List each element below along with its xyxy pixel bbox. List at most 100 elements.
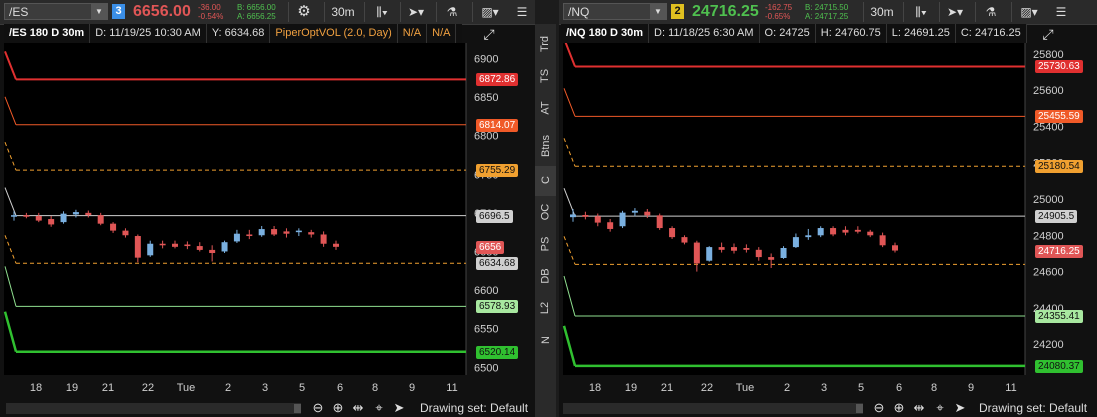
chart-expand-icon[interactable]: ⤢: [474, 24, 504, 44]
candle-body: [582, 214, 589, 217]
candle-body: [246, 234, 253, 237]
side-tab-c[interactable]: C: [535, 166, 556, 196]
candle-body: [594, 216, 601, 223]
side-tab-ts[interactable]: TS: [535, 62, 556, 92]
candle-body: [755, 249, 762, 258]
drawing-tools-icon[interactable]: ▨▾: [472, 2, 507, 22]
price-tag: 6814.07: [476, 118, 519, 132]
settings-gear-icon[interactable]: ⚙: [288, 2, 319, 22]
x-tick-label: Tue: [177, 382, 196, 394]
zoom-out-icon[interactable]: ⊖: [310, 400, 326, 416]
x-tick-label: 5: [299, 382, 305, 394]
drawing-tools-icon[interactable]: ▨▾: [1011, 2, 1046, 22]
price-change: -162.75 -0.65%: [765, 3, 792, 21]
candle-body: [159, 243, 166, 246]
price-tag: 6656: [476, 240, 505, 254]
crosshair-icon[interactable]: ⌖: [932, 400, 948, 416]
price-tag: 24355.41: [1035, 309, 1083, 323]
symbol-selector[interactable]: /ES ▼: [4, 3, 108, 20]
info-date: D: 11/18/25 6:30 AM: [649, 24, 760, 43]
studies-flask-icon[interactable]: ⚗: [436, 2, 467, 22]
study-label[interactable]: PiperOptVOL (2.0, Day): [270, 24, 398, 43]
info-low: L: 24691.25: [887, 24, 956, 43]
timeframe-button[interactable]: 30m: [324, 2, 361, 22]
info-y: Y: 6634.68: [207, 24, 271, 43]
candle-body: [607, 222, 614, 229]
side-tab-btns[interactable]: Btns: [535, 128, 556, 164]
x-tick-label: 8: [931, 382, 937, 394]
candle-body: [110, 223, 117, 231]
candle-body: [693, 242, 700, 264]
symbol-text: /NQ: [568, 5, 590, 19]
candle-body: [134, 236, 141, 258]
price-tag: 6520.14: [476, 345, 519, 359]
symbol-text: /ES: [9, 5, 29, 19]
candle-body: [656, 215, 663, 229]
side-tab-n[interactable]: N: [535, 326, 556, 356]
candle-body: [768, 257, 775, 260]
side-tab-at[interactable]: AT: [535, 94, 556, 124]
drawing-set-label[interactable]: Drawing set: Default: [420, 401, 528, 415]
link-badge[interactable]: 2: [671, 4, 684, 19]
x-tick-label: 6: [896, 382, 902, 394]
candle-body: [669, 228, 676, 238]
x-tick-label: Tue: [736, 382, 755, 394]
price-tag: 25455.59: [1035, 110, 1083, 124]
symbol-selector[interactable]: /NQ ▼: [563, 3, 667, 20]
side-tab-oc[interactable]: OC: [535, 198, 556, 228]
bid-ask: B: 6656.00 A: 6656.25: [237, 3, 276, 21]
price-chart-nq[interactable]: 2580025600254002520025000248002460024400…: [559, 43, 1095, 400]
pointer-icon[interactable]: ➤: [952, 400, 968, 416]
cursor-icon[interactable]: ➤▾: [400, 2, 431, 22]
chart-style-icon[interactable]: ⫼▾: [903, 2, 938, 22]
pan-arrows-icon[interactable]: ⇹: [350, 400, 366, 416]
candle-body: [233, 233, 240, 242]
chart-info-bar: /ES 180 D 30m D: 11/19/25 10:30 AM Y: 6634…: [4, 24, 462, 43]
timeframe-button[interactable]: 30m: [863, 2, 900, 22]
pointer-icon[interactable]: ➤: [391, 400, 407, 416]
side-tab-l2[interactable]: L2: [535, 294, 556, 324]
last-price: 6656.00: [133, 3, 191, 20]
zoom-out-icon[interactable]: ⊖: [871, 400, 887, 416]
last-price: 24716.25: [692, 3, 759, 20]
chart-info-bar: /NQ 180 D 30m D: 11/18/25 6:30 AM O: 24725…: [561, 24, 1027, 43]
candle-body: [320, 234, 327, 244]
pan-arrows-icon[interactable]: ⇹: [911, 400, 927, 416]
price-change: -36.00 -0.54%: [198, 3, 223, 21]
price-chart-es[interactable]: 6900685068006750670066506600655065001819…: [0, 43, 532, 400]
x-tick-label: 18: [589, 382, 601, 394]
y-tick-label: 24800: [1033, 230, 1064, 242]
zoom-in-icon[interactable]: ⊕: [891, 400, 907, 416]
crosshair-icon[interactable]: ⌖: [371, 400, 387, 416]
panel-menu-icon[interactable]: ☰: [1051, 2, 1071, 22]
candle-body: [122, 230, 129, 236]
ask-value: A: 6656.25: [237, 12, 276, 21]
x-tick-label: 21: [661, 382, 673, 394]
studies-flask-icon[interactable]: ⚗: [975, 2, 1006, 22]
horizontal-scrollbar[interactable]: [563, 403, 863, 414]
chart-expand-icon[interactable]: ⤢: [1033, 24, 1063, 44]
drawing-set-label[interactable]: Drawing set: Default: [979, 401, 1087, 415]
candle-body: [706, 247, 713, 261]
chart-style-icon[interactable]: ⫼▾: [364, 2, 399, 22]
cursor-icon[interactable]: ➤▾: [939, 2, 970, 22]
candle-body: [271, 229, 278, 235]
chevron-down-icon[interactable]: ▼: [91, 4, 107, 19]
candle-body: [805, 235, 812, 238]
side-tab-db[interactable]: DB: [535, 262, 556, 292]
candle-body: [60, 213, 67, 223]
y-tick-label: 6550: [474, 324, 498, 336]
zoom-in-icon[interactable]: ⊕: [330, 400, 346, 416]
price-tag: 6578.93: [476, 300, 519, 314]
change-percent: -0.65%: [765, 12, 791, 21]
panel-menu-icon[interactable]: ☰: [512, 2, 532, 22]
side-tab-ps[interactable]: PS: [535, 230, 556, 260]
side-tab-trd[interactable]: Trd: [535, 30, 556, 60]
link-badge[interactable]: 3: [112, 4, 125, 19]
horizontal-scrollbar[interactable]: [6, 403, 301, 414]
ask-value: A: 24717.25: [805, 12, 849, 21]
study-na-1: N/A: [398, 24, 428, 43]
chevron-down-icon[interactable]: ▼: [650, 4, 666, 19]
candle-body: [35, 215, 42, 221]
candle-body: [780, 248, 787, 258]
